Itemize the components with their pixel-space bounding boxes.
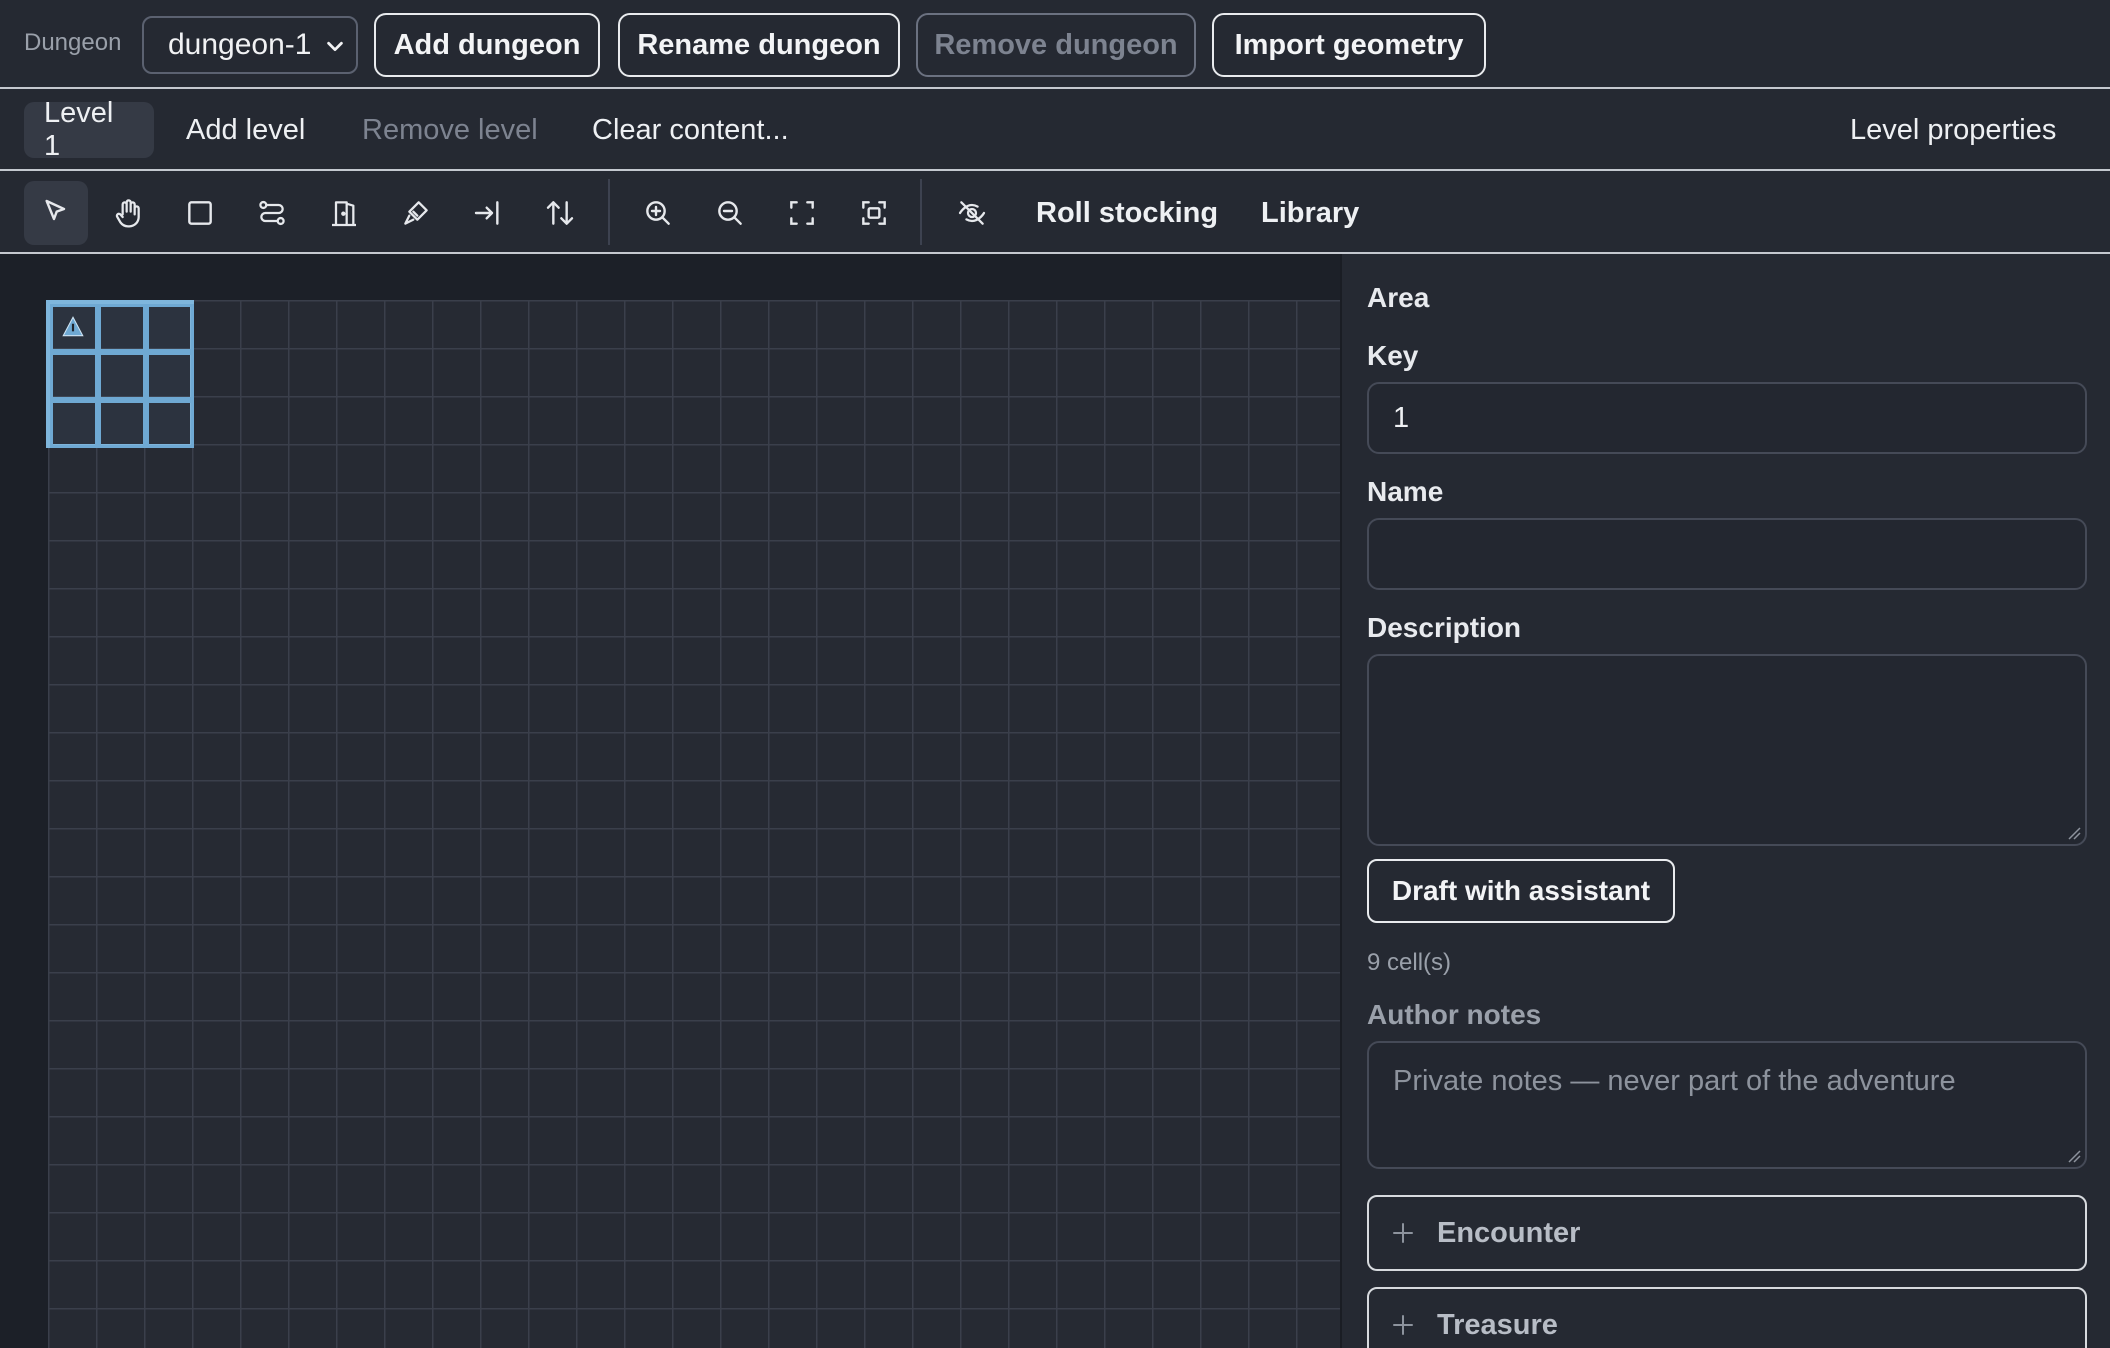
author-notes-placeholder: Private notes — never part of the advent… (1393, 1065, 1956, 1097)
area-cell[interactable] (146, 352, 194, 400)
library-button[interactable]: Library (1261, 181, 1359, 245)
hide-icon (958, 201, 986, 225)
add-dungeon-button[interactable]: Add dungeon (374, 13, 600, 77)
area-cell[interactable] (98, 400, 146, 448)
resize-handle-icon[interactable] (2067, 1149, 2081, 1163)
resize-handle-icon[interactable] (2067, 826, 2081, 840)
toggle-visibility-button[interactable] (940, 181, 1004, 245)
selected-area[interactable] (46, 300, 194, 448)
fit-selection-button[interactable] (842, 181, 906, 245)
door-tool[interactable] (312, 181, 376, 245)
rename-dungeon-button[interactable]: Rename dungeon (618, 13, 900, 77)
map-margin (0, 254, 48, 1348)
area-cell[interactable] (98, 352, 146, 400)
treasure-label: Treasure (1437, 1308, 1558, 1341)
pan-icon (115, 199, 140, 228)
author-notes-textarea[interactable]: Private notes — never part of the advent… (1367, 1041, 2087, 1169)
door-icon (332, 201, 356, 227)
key-input[interactable]: 1 (1367, 382, 2087, 454)
add-level-button[interactable]: Add level (166, 102, 325, 158)
pan-tool[interactable] (96, 181, 160, 245)
zoom-in-icon (646, 201, 670, 225)
area-cell[interactable] (50, 400, 98, 448)
zoom-out-icon (718, 201, 742, 225)
cell-count: 9 cell(s) (1367, 949, 1452, 976)
fit-icon (790, 201, 814, 225)
fit-selection-icon (862, 201, 886, 225)
dungeon-bar: Dungeon dungeon-1 Add dungeon Rename dun… (0, 0, 2110, 89)
select-tool[interactable] (24, 181, 88, 245)
area-cell[interactable] (146, 400, 194, 448)
chevron-down-icon (327, 41, 343, 52)
encounter-label: Encounter (1437, 1216, 1581, 1249)
area-cell[interactable] (50, 352, 98, 400)
key-label: Key (1367, 340, 1419, 371)
toolbar-divider (608, 179, 610, 245)
level-properties-button[interactable]: Level properties (1830, 102, 2076, 158)
clear-content-button[interactable]: Clear content... (572, 102, 809, 158)
dungeon-label: Dungeon (24, 29, 122, 56)
remove-level-button[interactable]: Remove level (342, 102, 558, 158)
entrance-tool[interactable] (456, 181, 520, 245)
stairs-icon (546, 201, 574, 225)
name-input[interactable] (1367, 518, 2087, 590)
treasure-section[interactable]: Treasure (1367, 1287, 2087, 1348)
dungeon-select-value: dungeon-1 (168, 28, 312, 61)
author-notes-label: Author notes (1367, 999, 1542, 1030)
tab-level-1[interactable]: Level 1 (24, 97, 154, 162)
paint-tool[interactable] (384, 181, 448, 245)
map-canvas[interactable] (48, 300, 1341, 1348)
panel-title: Area (1367, 282, 1430, 313)
remove-dungeon-button[interactable]: Remove dungeon (916, 13, 1196, 77)
path-icon (259, 200, 285, 226)
area-properties-panel: Area Key 1 Name Description Draft with a… (1342, 254, 2110, 1348)
stairs-tool[interactable] (528, 181, 592, 245)
rectangle-icon (188, 201, 212, 225)
toolbar-divider (920, 179, 922, 245)
area-cell[interactable] (146, 304, 194, 352)
fit-view-button[interactable] (770, 181, 834, 245)
zoom-in-button[interactable] (626, 181, 690, 245)
name-label: Name (1367, 476, 1444, 507)
select-icon (45, 199, 66, 221)
plus-icon (1393, 1315, 1413, 1335)
path-tool[interactable] (240, 181, 304, 245)
map-margin (0, 254, 1341, 300)
area-marker-icon (62, 316, 84, 337)
key-value: 1 (1393, 401, 1410, 434)
plus-icon (1393, 1223, 1413, 1243)
tool-bar: Roll stocking Library (0, 171, 2110, 254)
description-textarea[interactable] (1367, 654, 2087, 846)
dungeon-select[interactable]: dungeon-1 (142, 16, 358, 74)
zoom-out-button[interactable] (698, 181, 762, 245)
entrance-icon (474, 201, 499, 225)
encounter-section[interactable]: Encounter (1367, 1195, 2087, 1271)
import-geometry-button[interactable]: Import geometry (1212, 13, 1486, 77)
draft-with-assistant-button[interactable]: Draft with assistant (1367, 859, 1675, 923)
description-label: Description (1367, 612, 1522, 643)
area-cell[interactable] (98, 304, 146, 352)
roll-stocking-button[interactable]: Roll stocking (1036, 181, 1218, 245)
paint-icon (404, 201, 428, 225)
level-bar: Level 1 Add level Remove level Clear con… (0, 89, 2110, 171)
rectangle-tool[interactable] (168, 181, 232, 245)
